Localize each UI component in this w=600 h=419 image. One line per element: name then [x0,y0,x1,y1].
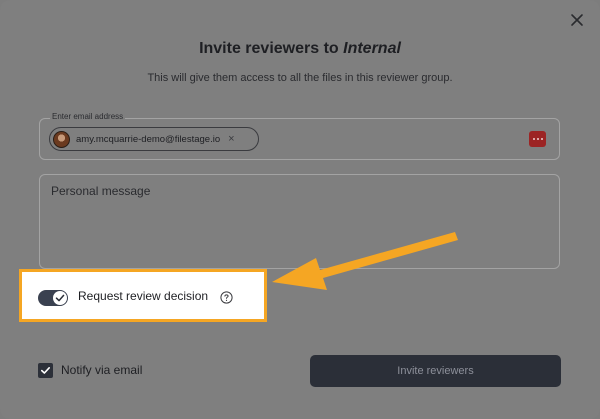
dialog-title: Invite reviewers to Internal [0,40,600,58]
review-decision-toggle[interactable] [38,290,68,306]
dialog-title-group: Internal [343,40,401,57]
dot-icon [532,138,535,140]
dot-icon [536,138,539,140]
check-icon [41,367,50,374]
email-chip: amy.mcquarrie-demo@filestage.io × [49,127,259,151]
review-decision-label: Request review decision [78,289,209,303]
invite-reviewers-dialog: Invite reviewers to Internal This will g… [0,0,600,419]
notify-label: Notify via email [61,363,143,377]
email-chip-text: amy.mcquarrie-demo@filestage.io [76,133,221,145]
personal-message-placeholder: Personal message [51,184,151,198]
more-options-button[interactable] [529,131,546,147]
invite-reviewers-button[interactable]: Invite reviewers [310,355,561,387]
avatar [53,130,70,148]
chip-remove-icon[interactable]: × [228,133,234,145]
dot-icon [540,138,543,140]
close-icon[interactable] [568,11,586,29]
dialog-title-prefix: Invite reviewers to [199,40,344,57]
check-icon [55,294,65,302]
question-circle-icon[interactable] [220,291,233,304]
dialog-subtitle: This will give them access to all the fi… [147,72,453,84]
email-field-label: Enter email address [50,112,126,121]
notify-checkbox[interactable] [38,363,53,378]
personal-message-field[interactable]: Personal message [39,174,560,269]
toggle-knob [53,291,67,305]
